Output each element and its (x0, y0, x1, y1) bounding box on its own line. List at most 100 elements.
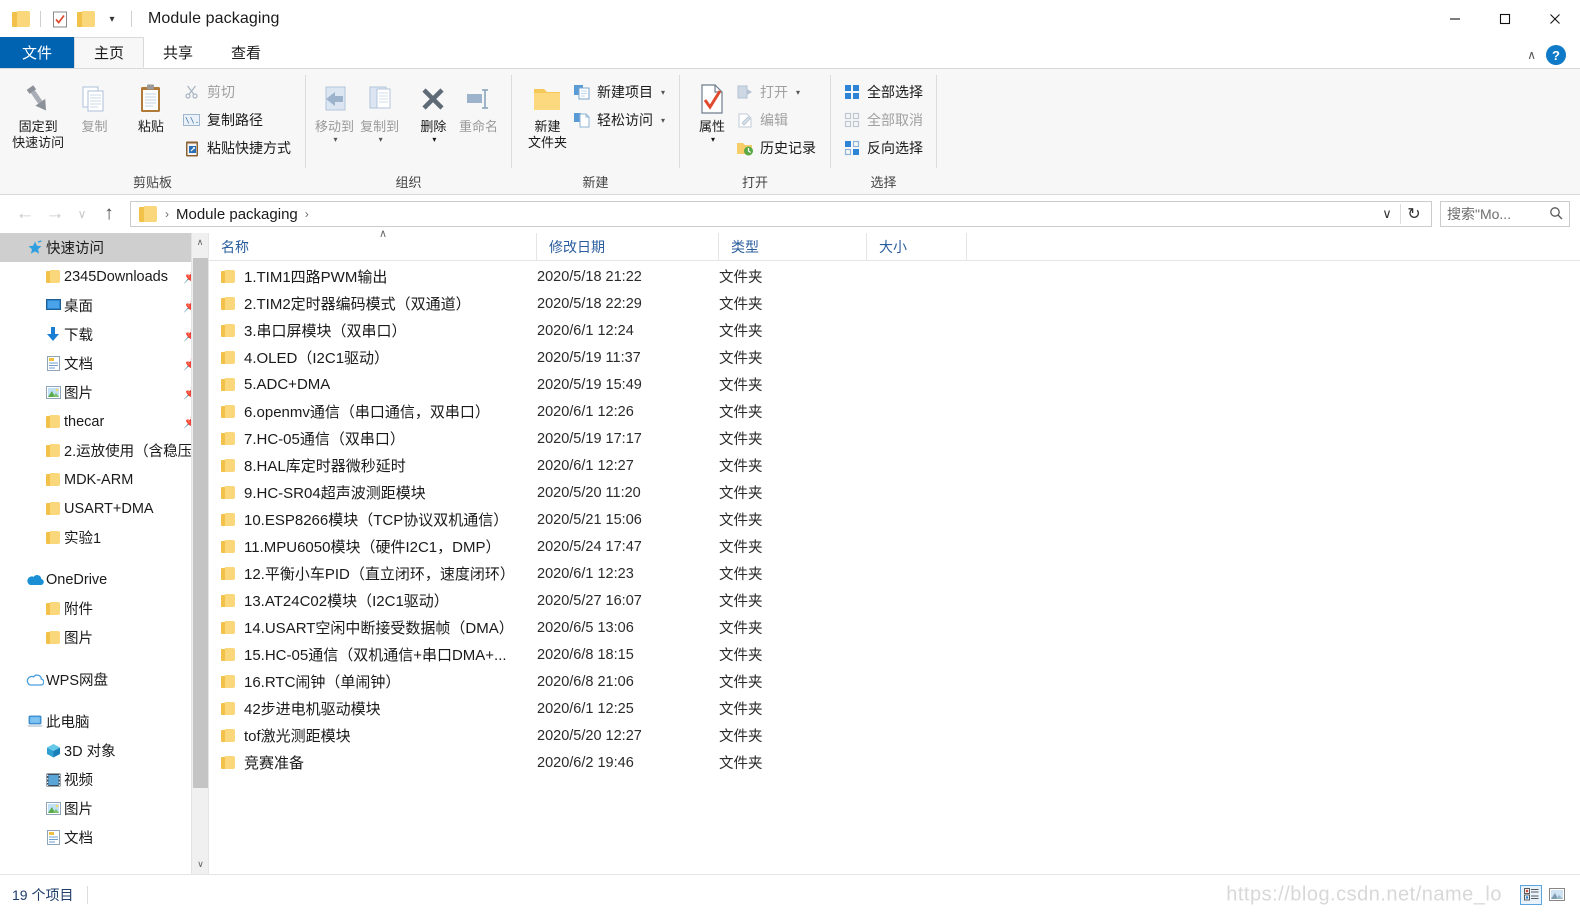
sidebar-item-shiyan1[interactable]: 实验1 (0, 523, 208, 552)
move-to-button[interactable]: 移动到 ▾ (312, 77, 357, 145)
breadcrumb-folder-icon[interactable] (139, 206, 158, 222)
sidebar-scrollbar[interactable]: ∧ ∨ (191, 233, 208, 874)
properties-check-icon[interactable] (47, 6, 73, 32)
table-row[interactable]: 竞赛准备 2020/6/2 19:46 文件夹 (209, 749, 1580, 776)
tab-view[interactable]: 查看 (212, 37, 280, 68)
tab-file[interactable]: 文件 (0, 37, 75, 68)
refresh-button[interactable]: ↻ (1401, 202, 1427, 226)
sidebar-item-pc-documents[interactable]: 文档 (0, 823, 208, 852)
details-view-button[interactable] (1520, 884, 1542, 905)
sidebar-item-2345downloads[interactable]: 2345Downloads 📌 (0, 262, 208, 291)
table-row[interactable]: 9.HC-SR04超声波测距模块 2020/5/20 11:20 文件夹 (209, 479, 1580, 506)
table-row[interactable]: 8.HAL库定时器微秒延时 2020/6/1 12:27 文件夹 (209, 452, 1580, 479)
maximize-button[interactable] (1480, 0, 1530, 38)
address-dropdown-button[interactable]: ∨ (1374, 202, 1400, 226)
select-all-button[interactable]: 全部选择 (839, 79, 927, 105)
up-button[interactable]: ↑ (94, 199, 124, 229)
table-row[interactable]: 1.TIM1四路PWM输出 2020/5/18 21:22 文件夹 (209, 263, 1580, 290)
delete-button[interactable]: 删除 ▾ (411, 77, 456, 145)
column-header-name[interactable]: 名称 ∧ (209, 228, 537, 261)
sidebar-item-pictures[interactable]: 图片 📌 (0, 378, 208, 407)
sidebar-item-thecar[interactable]: thecar 📌 (0, 407, 208, 436)
sidebar-scroll-down-button[interactable]: ∨ (192, 855, 208, 874)
column-header-type[interactable]: 类型 (719, 232, 867, 261)
copy-path-button[interactable]: \\... 复制路径 (179, 107, 295, 133)
sidebar-item-yunfang[interactable]: 2.运放使用（含稳压管 (0, 436, 208, 465)
recent-locations-button[interactable]: ∨ (70, 199, 94, 229)
search-box[interactable]: 搜索"Mo... (1440, 201, 1570, 227)
table-row[interactable]: 7.HC-05通信（双串口） 2020/5/19 17:17 文件夹 (209, 425, 1580, 452)
breadcrumb-item-0[interactable]: Module packaging (176, 206, 298, 223)
breadcrumb-separator-1[interactable]: › (305, 207, 309, 221)
table-row[interactable]: 16.RTC闹钟（单闹钟） 2020/6/8 21:06 文件夹 (209, 668, 1580, 695)
sidebar-scroll-thumb[interactable] (193, 258, 208, 788)
tab-home[interactable]: 主页 (74, 37, 145, 68)
table-row[interactable]: 15.HC-05通信（双机通信+串口DMA+... 2020/6/8 18:15… (209, 641, 1580, 668)
table-row[interactable]: 6.openmv通信（串口通信，双串口） 2020/6/1 12:26 文件夹 (209, 398, 1580, 425)
sidebar-item-quick-access[interactable]: 快速访问 (0, 233, 208, 262)
copy-to-button[interactable]: 复制到 ▾ (357, 77, 402, 145)
invert-selection-button[interactable]: 反向选择 (839, 135, 927, 161)
new-folder-qat-icon[interactable] (73, 6, 99, 32)
back-button[interactable]: ← (10, 199, 40, 229)
select-none-button[interactable]: 全部取消 (839, 107, 927, 133)
table-row[interactable]: 42步进电机驱动模块 2020/6/1 12:25 文件夹 (209, 695, 1580, 722)
new-item-caret-icon[interactable]: ▾ (661, 88, 665, 97)
table-row[interactable]: 3.串口屏模块（双串口） 2020/6/1 12:24 文件夹 (209, 317, 1580, 344)
address-bar[interactable]: › Module packaging › ∨ ↻ (130, 201, 1432, 227)
sidebar-item-videos[interactable]: 视频 (0, 765, 208, 794)
breadcrumb-separator-0[interactable]: › (165, 207, 169, 221)
forward-button[interactable]: → (40, 199, 70, 229)
sidebar-item-3d-objects[interactable]: 3D 对象 (0, 736, 208, 765)
history-button[interactable]: 历史记录 (732, 135, 820, 161)
open-button[interactable]: 打开 ▾ (732, 79, 820, 105)
collapse-ribbon-icon[interactable]: ∧ (1527, 48, 1536, 62)
open-caret-icon[interactable]: ▾ (796, 88, 800, 97)
sidebar-item-this-pc[interactable]: 此电脑 (0, 707, 208, 736)
sidebar-item-onedrive-pictures[interactable]: 图片 (0, 623, 208, 652)
table-row[interactable]: 5.ADC+DMA 2020/5/19 15:49 文件夹 (209, 371, 1580, 398)
search-input[interactable]: 搜索"Mo... (1447, 204, 1545, 224)
copy-button[interactable]: 复制 (66, 77, 122, 135)
window-folder-icon[interactable] (8, 6, 34, 32)
sidebar-item-desktop[interactable]: 桌面 📌 (0, 291, 208, 320)
paste-button[interactable]: 粘贴 (123, 77, 179, 135)
table-row[interactable]: 14.USART空闲中断接受数据帧（DMA） 2020/6/5 13:06 文件… (209, 614, 1580, 641)
sidebar-item-fujian[interactable]: 附件 (0, 594, 208, 623)
new-item-button[interactable]: 新建项目 ▾ (569, 79, 669, 105)
help-icon[interactable]: ? (1546, 45, 1566, 65)
table-row[interactable]: 4.OLED（I2C1驱动） 2020/5/19 11:37 文件夹 (209, 344, 1580, 371)
move-to-caret-icon[interactable]: ▾ (334, 135, 338, 145)
minimize-button[interactable] (1430, 0, 1480, 38)
rename-button[interactable]: 重命名 (456, 77, 501, 135)
sidebar-item-usart-dma[interactable]: USART+DMA (0, 494, 208, 523)
table-row[interactable]: 10.ESP8266模块（TCP协议双机通信） 2020/5/21 15:06 … (209, 506, 1580, 533)
table-row[interactable]: 2.TIM2定时器编码模式（双通道） 2020/5/18 22:29 文件夹 (209, 290, 1580, 317)
qat-dropdown-icon[interactable]: ▾ (99, 6, 125, 32)
table-row[interactable]: 11.MPU6050模块（硬件I2C1，DMP） 2020/5/24 17:47… (209, 533, 1580, 560)
sidebar-item-downloads[interactable]: 下载 📌 (0, 320, 208, 349)
copy-to-caret-icon[interactable]: ▾ (379, 135, 383, 145)
easy-access-caret-icon[interactable]: ▾ (661, 116, 665, 125)
sidebar-item-wps-cloud[interactable]: WPS网盘 (0, 665, 208, 694)
large-icons-view-button[interactable] (1546, 885, 1568, 905)
column-header-date[interactable]: 修改日期 (537, 232, 719, 261)
table-row[interactable]: 12.平衡小车PID（直立闭环，速度闭环） 2020/6/1 12:23 文件夹 (209, 560, 1580, 587)
properties-caret-icon[interactable]: ▾ (711, 135, 715, 145)
new-folder-button[interactable]: 新建 文件夹 (526, 77, 569, 152)
cut-button[interactable]: 剪切 (179, 79, 295, 105)
table-row[interactable]: tof激光测距模块 2020/5/20 12:27 文件夹 (209, 722, 1580, 749)
paste-shortcut-button[interactable]: 粘贴快捷方式 (179, 135, 295, 161)
sidebar-item-documents[interactable]: 文档 📌 (0, 349, 208, 378)
sidebar-item-pc-pictures[interactable]: 图片 (0, 794, 208, 823)
sidebar-item-mdk-arm[interactable]: MDK-ARM (0, 465, 208, 494)
close-button[interactable] (1530, 0, 1580, 38)
tab-share[interactable]: 共享 (144, 37, 212, 68)
easy-access-button[interactable]: 轻松访问 ▾ (569, 107, 669, 133)
properties-button[interactable]: 属性 ▾ (692, 77, 732, 145)
search-icon[interactable] (1549, 206, 1563, 223)
sidebar-scroll-up-button[interactable]: ∧ (192, 233, 208, 252)
column-header-size[interactable]: 大小 (867, 232, 967, 261)
sidebar-item-onedrive[interactable]: OneDrive (0, 565, 208, 594)
table-row[interactable]: 13.AT24C02模块（I2C1驱动） 2020/5/27 16:07 文件夹 (209, 587, 1580, 614)
